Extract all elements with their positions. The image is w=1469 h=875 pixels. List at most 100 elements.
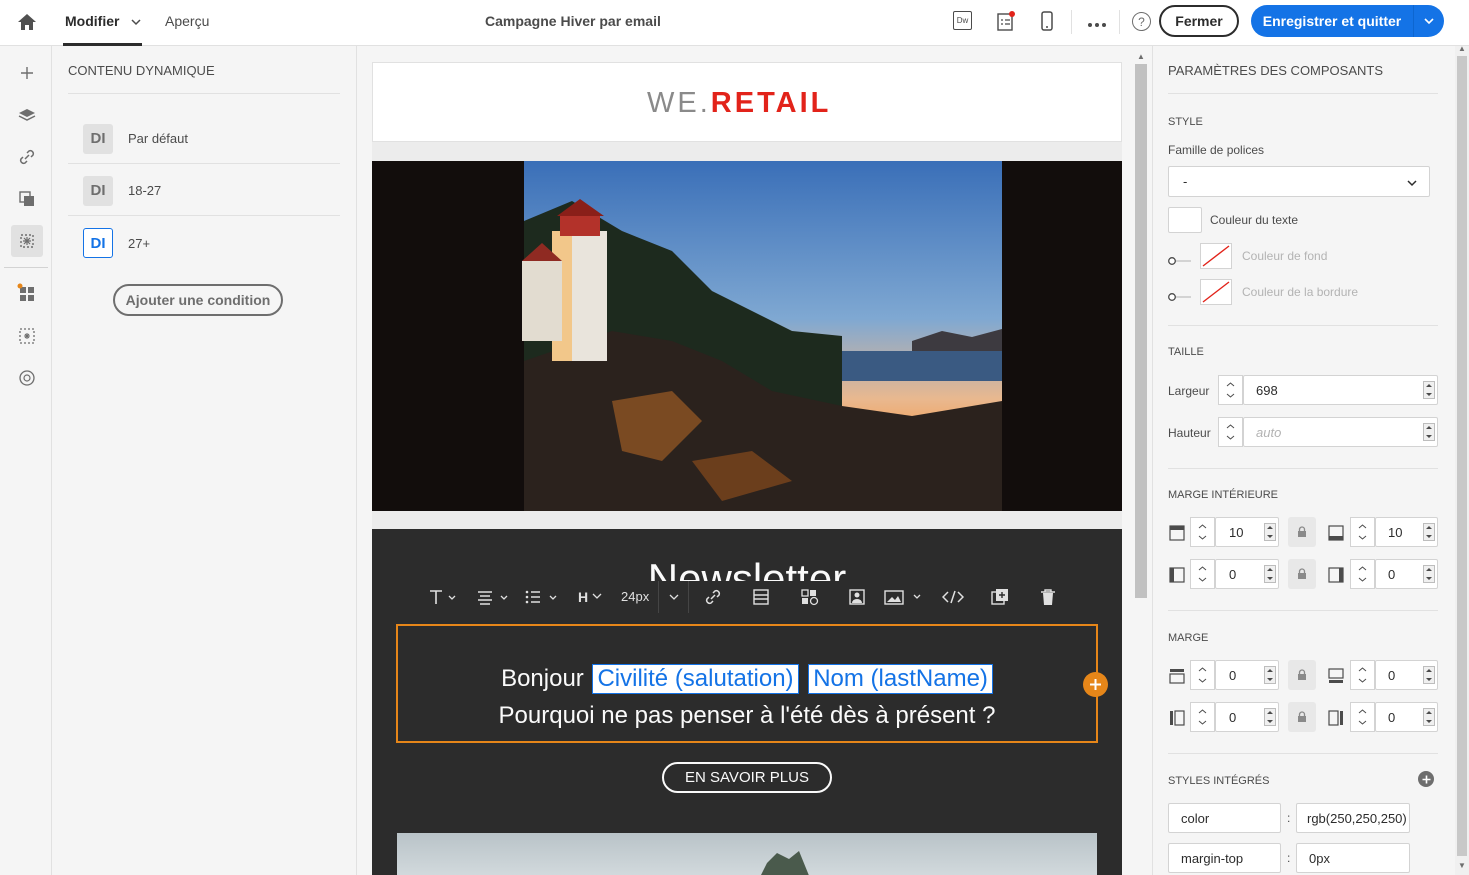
chevron-down-icon[interactable] xyxy=(592,591,602,601)
add-style-button[interactable] xyxy=(1418,771,1434,787)
image-icon[interactable] xyxy=(884,589,924,605)
chevron-down-icon[interactable] xyxy=(131,14,141,32)
bg-color-toggle[interactable] xyxy=(1168,252,1192,265)
add-condition-button[interactable]: Ajouter une condition xyxy=(113,284,283,316)
text-format-icon[interactable] xyxy=(428,589,458,605)
cta-button[interactable]: EN SAVOIR PLUS xyxy=(662,762,832,793)
border-color-toggle[interactable] xyxy=(1168,288,1192,301)
height-input[interactable]: auto xyxy=(1243,417,1438,447)
dynamic-content-icon[interactable] xyxy=(11,225,43,257)
margin-top-stepper[interactable] xyxy=(1190,660,1215,690)
code-icon[interactable] xyxy=(942,589,964,605)
style-key-input[interactable]: margin-top xyxy=(1168,843,1281,873)
width-stepper[interactable] xyxy=(1218,375,1243,405)
secondary-image[interactable] xyxy=(397,833,1097,875)
spinner-icon[interactable] xyxy=(1423,523,1435,541)
add-component-button[interactable] xyxy=(1083,672,1108,697)
padding-right-stepper[interactable] xyxy=(1350,559,1375,589)
fragments-icon[interactable] xyxy=(11,277,43,309)
margin-left-stepper[interactable] xyxy=(1190,702,1215,732)
personalization-icon[interactable] xyxy=(11,320,43,352)
fragment-icon[interactable] xyxy=(800,588,820,606)
list-icon[interactable] xyxy=(524,589,558,605)
border-color-swatch[interactable] xyxy=(1200,279,1232,305)
padding-lock-button[interactable] xyxy=(1288,559,1316,589)
spinner-icon[interactable] xyxy=(1423,708,1435,726)
layers-icon[interactable] xyxy=(11,99,43,131)
margin-lock-button[interactable] xyxy=(1288,702,1316,732)
style-value-input[interactable]: 0px xyxy=(1296,843,1410,873)
font-size-dropdown[interactable] xyxy=(658,581,689,613)
margin-bottom-input[interactable]: 0 xyxy=(1375,660,1438,690)
list-item[interactable]: DI 27+ xyxy=(68,218,340,268)
save-and-quit-button[interactable]: Enregistrer et quitter xyxy=(1251,5,1413,37)
tab-modifier[interactable]: Modifier xyxy=(65,13,119,29)
spinner-icon[interactable] xyxy=(1423,666,1435,684)
token-lastname[interactable]: Nom (lastName) xyxy=(808,664,993,694)
heading-icon[interactable]: H xyxy=(578,589,588,605)
padding-lock-button[interactable] xyxy=(1288,517,1316,547)
text-color-swatch[interactable] xyxy=(1168,207,1202,233)
margin-bottom-stepper[interactable] xyxy=(1350,660,1375,690)
hero-image[interactable] xyxy=(372,161,1122,511)
margin-left-input[interactable]: 0 xyxy=(1215,702,1279,732)
padding-top-stepper[interactable] xyxy=(1190,517,1215,547)
padding-left-stepper[interactable] xyxy=(1190,559,1215,589)
list-item[interactable]: DI 18-27 xyxy=(68,166,340,216)
dreamweaver-icon[interactable]: Dw xyxy=(953,11,972,30)
global-settings-icon[interactable] xyxy=(11,362,43,394)
scrollbar-thumb[interactable] xyxy=(1135,64,1147,598)
margin-right-stepper[interactable] xyxy=(1350,702,1375,732)
scroll-down-arrow[interactable]: ▼ xyxy=(1458,861,1466,870)
add-icon[interactable] xyxy=(11,57,43,89)
tab-apercu[interactable]: Aperçu xyxy=(165,13,209,29)
padding-left-input[interactable]: 0 xyxy=(1215,559,1279,589)
panel-scrollbar[interactable]: ▲ ▼ xyxy=(1455,44,1469,875)
token-salutation[interactable]: Civilité (salutation) xyxy=(592,664,799,694)
close-button[interactable]: Fermer xyxy=(1159,5,1239,37)
style-key-input[interactable]: color xyxy=(1168,803,1281,833)
margin-top-input[interactable]: 0 xyxy=(1215,660,1279,690)
save-options-button[interactable] xyxy=(1413,5,1444,37)
scroll-up-arrow[interactable]: ▲ xyxy=(1458,44,1466,53)
more-icon[interactable] xyxy=(1087,15,1107,33)
spinner-icon[interactable] xyxy=(1264,666,1276,684)
spinner-icon[interactable] xyxy=(1423,423,1435,441)
structure-icon[interactable] xyxy=(752,588,770,606)
link-icon[interactable] xyxy=(11,141,43,173)
canvas-scrollbar[interactable]: ▲ xyxy=(1133,46,1149,875)
assets-icon[interactable] xyxy=(11,183,43,215)
scrollbar-thumb[interactable] xyxy=(1457,56,1467,856)
mobile-preview-icon[interactable] xyxy=(1040,10,1054,37)
width-input[interactable]: 698 xyxy=(1243,375,1438,405)
personalization-icon[interactable] xyxy=(848,588,866,606)
spinner-icon[interactable] xyxy=(1423,381,1435,399)
bg-color-swatch[interactable] xyxy=(1200,243,1232,269)
scroll-up-arrow[interactable]: ▲ xyxy=(1137,52,1145,61)
spinner-icon[interactable] xyxy=(1264,565,1276,583)
checklist-icon[interactable] xyxy=(996,10,1016,37)
padding-top-input[interactable]: 10 xyxy=(1215,517,1279,547)
list-item[interactable]: DI Par défaut xyxy=(68,114,340,164)
font-size-value[interactable]: 24px xyxy=(621,589,649,604)
height-stepper[interactable] xyxy=(1218,417,1243,447)
padding-bottom-stepper[interactable] xyxy=(1350,517,1375,547)
duplicate-icon[interactable] xyxy=(990,588,1010,606)
margin-lock-button[interactable] xyxy=(1288,660,1316,690)
email-header[interactable]: WE.RETAIL xyxy=(372,62,1122,142)
delete-icon[interactable] xyxy=(1040,588,1056,606)
spinner-icon[interactable] xyxy=(1423,565,1435,583)
link-icon[interactable] xyxy=(704,588,722,606)
home-icon[interactable] xyxy=(16,11,38,33)
align-icon[interactable] xyxy=(476,589,510,605)
selected-text-block[interactable]: Bonjour Civilité (salutation) Nom (lastN… xyxy=(396,624,1098,743)
padding-right-input[interactable]: 0 xyxy=(1375,559,1438,589)
margin-right-input[interactable]: 0 xyxy=(1375,702,1438,732)
help-icon[interactable]: ? xyxy=(1132,12,1151,31)
spinner-icon[interactable] xyxy=(1264,708,1276,726)
font-family-select[interactable]: - xyxy=(1168,166,1430,197)
dynamic-content-panel: CONTENU DYNAMIQUE DI Par défaut DI 18-27… xyxy=(52,46,357,875)
padding-bottom-input[interactable]: 10 xyxy=(1375,517,1438,547)
spinner-icon[interactable] xyxy=(1264,523,1276,541)
style-value-input[interactable]: rgb(250,250,250) xyxy=(1296,803,1410,833)
